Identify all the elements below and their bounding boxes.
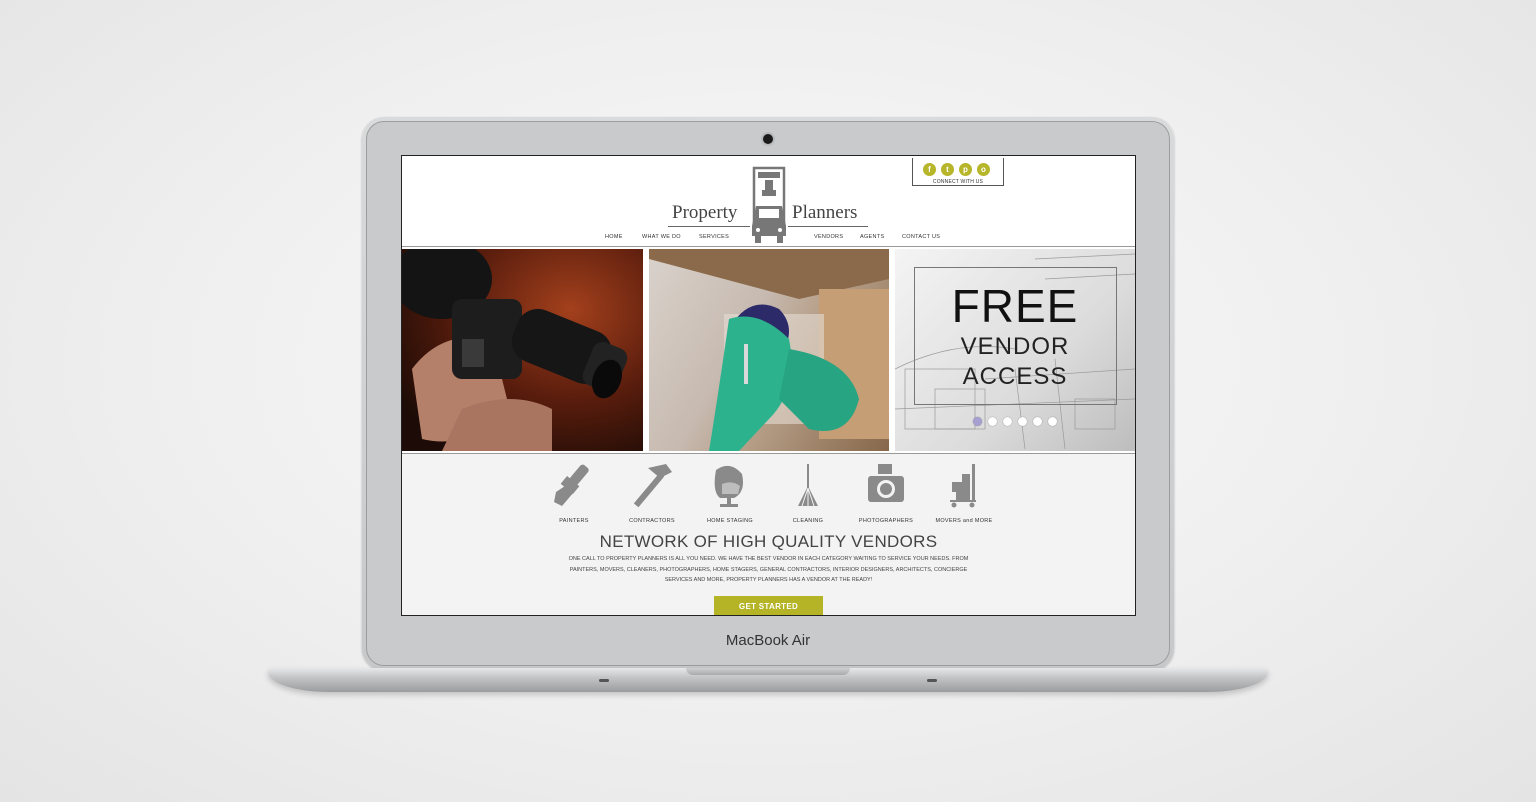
truck-logo-icon[interactable] <box>750 166 788 244</box>
website-screen: Property Planners f t p o CONNECT WITH U… <box>401 155 1136 616</box>
slider-dot-5[interactable] <box>1033 417 1042 426</box>
hand-truck-icon <box>950 464 976 508</box>
category-label: CONTRACTORS <box>629 518 675 524</box>
slider-dot-4[interactable] <box>1018 417 1027 426</box>
category-painters[interactable]: PAINTERS <box>529 462 619 524</box>
category-movers[interactable]: MOVERS and MORE <box>919 462 1009 524</box>
nav-services[interactable]: SERVICES <box>699 234 729 240</box>
services-section: PAINTERS CONTRACTORS HOME STAGING CLEANI… <box>402 453 1135 615</box>
category-photographers[interactable]: PHOTOGRAPHERS <box>841 462 931 524</box>
logo-rule-right <box>788 226 868 227</box>
category-label: MOVERS and MORE <box>935 518 993 524</box>
get-started-button[interactable]: GET STARTED <box>714 596 823 615</box>
camera-icon <box>763 134 773 144</box>
slider-dot-6[interactable] <box>1048 417 1057 426</box>
logo-text-right[interactable]: Planners <box>792 202 857 224</box>
category-label: HOME STAGING <box>707 518 753 524</box>
hero-line-free: FREE <box>951 280 1079 332</box>
facebook-icon[interactable]: f <box>923 163 936 176</box>
hero-photographer-image <box>402 249 643 451</box>
slider-dot-3[interactable] <box>1003 417 1012 426</box>
category-label: CLEANING <box>792 518 824 524</box>
nav-what-we-do[interactable]: WHAT WE DO <box>642 234 681 240</box>
slider-dot-2[interactable] <box>988 417 997 426</box>
nav-contact-us[interactable]: CONTACT US <box>902 234 940 240</box>
social-box: f t p o CONNECT WITH US <box>912 158 1004 186</box>
slider-dot-1[interactable] <box>973 417 982 426</box>
hero-line-vendor: VENDOR <box>960 333 1070 360</box>
egg-chair-icon <box>714 465 743 507</box>
network-description: ONE CALL TO PROPERTY PLANNERS IS ALL YOU… <box>568 556 969 583</box>
nav-vendors[interactable]: VENDORS <box>814 234 843 240</box>
cleaning-illustration <box>649 249 889 451</box>
hero-free-vendor-slide[interactable]: FREE VENDOR ACCESS <box>895 249 1135 451</box>
feather-duster-icon <box>798 464 818 507</box>
category-home-staging[interactable]: HOME STAGING <box>685 462 775 524</box>
category-cleaning[interactable]: CLEANING <box>763 462 853 524</box>
laptop-foot <box>599 679 609 682</box>
social-icons: f t p o <box>923 163 990 176</box>
hero-cleaning-image <box>649 249 889 451</box>
logo-text-left[interactable]: Property <box>672 202 737 224</box>
nav-home[interactable]: HOME <box>605 234 623 240</box>
instagram-icon[interactable]: o <box>977 163 990 176</box>
twitter-icon[interactable]: t <box>941 163 954 176</box>
hammer-icon <box>633 464 672 508</box>
camera-flash-icon <box>868 464 904 502</box>
network-title: NETWORK OF HIGH QUALITY VENDORS <box>599 532 938 551</box>
category-contractors[interactable]: CONTRACTORS <box>607 462 697 524</box>
category-label: PHOTOGRAPHERS <box>858 518 914 524</box>
pinterest-icon[interactable]: p <box>959 163 972 176</box>
laptop-foot <box>927 679 937 682</box>
hero-line-access: ACCESS <box>962 363 1068 390</box>
slider-dots <box>973 417 1057 426</box>
logo-rule-left <box>668 226 750 227</box>
connect-label: CONNECT WITH US <box>932 179 984 185</box>
device-label: MacBook Air <box>725 632 811 649</box>
paintbrush-icon <box>554 464 589 506</box>
photographer-illustration <box>402 249 628 451</box>
site-header: Property Planners f t p o CONNECT WITH U… <box>402 156 1135 247</box>
nav-agents[interactable]: AGENTS <box>860 234 884 240</box>
category-label: PAINTERS <box>559 518 589 524</box>
laptop-hinge <box>686 668 850 675</box>
